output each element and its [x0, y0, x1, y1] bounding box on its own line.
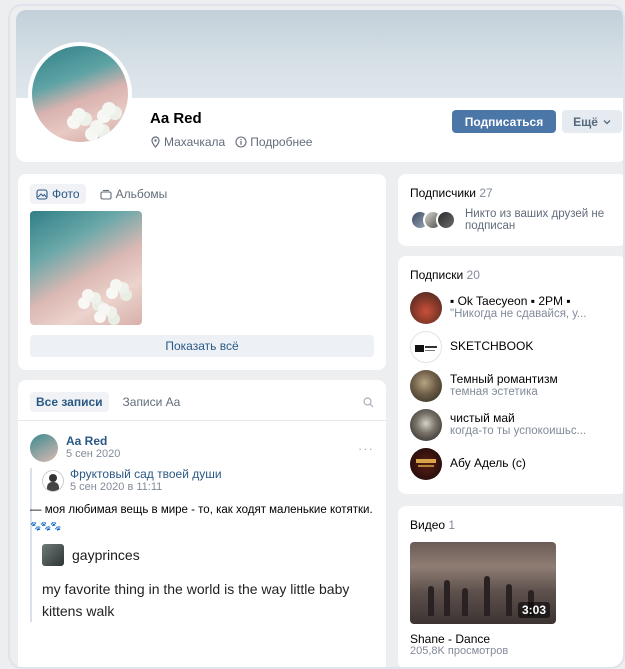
avatar[interactable] [28, 42, 132, 146]
subscribers-count: 27 [479, 186, 493, 200]
wall-post: Aa Red 5 сен 2020 ··· Фруктовый сад твое… [30, 434, 374, 622]
subscription-avatar [410, 291, 442, 324]
video-title[interactable]: Shane - Dance [410, 632, 490, 646]
tab-own-posts[interactable]: Записи Aa [117, 392, 187, 412]
quoted-post: gayprinces my favorite thing in the worl… [42, 544, 374, 622]
video-count: 1 [448, 518, 456, 532]
subscription-avatar [410, 330, 442, 363]
video-duration: 3:03 [517, 602, 550, 618]
photos-block: Фото Альбомы Показать всё [18, 174, 386, 370]
details-link[interactable]: Подробнее [235, 135, 312, 149]
subscribers-block[interactable]: Подписчики 27 Никто из ваших друзей не п… [398, 174, 623, 246]
post-author[interactable]: Aa Red [66, 435, 120, 448]
repost-author[interactable]: Фруктовый сад твоей души [70, 468, 222, 481]
page-frame: Aa Red Махачкала Подробнее Подписаться Е… [8, 4, 625, 669]
subscription-item[interactable]: Абу Адель (с) [410, 444, 615, 483]
post-menu-icon[interactable]: ··· [358, 441, 374, 456]
subscription-item[interactable]: ▪ Ok Taecyeon ▪ 2PM ▪ "Никогда не сдавай… [410, 288, 615, 327]
video-thumbnail[interactable]: 3:03 [410, 542, 556, 624]
subscription-desc: "Никогда не сдавайся, у... [450, 307, 587, 320]
profile-header: Aa Red Махачкала Подробнее Подписаться Е… [16, 10, 623, 162]
repost-date[interactable]: 5 сен 2020 в 11:11 [70, 481, 222, 494]
video-views: 205,8K просмотров [410, 645, 509, 657]
subscription-avatar [410, 408, 442, 441]
wall-search-button[interactable] [363, 396, 374, 408]
post-text: — моя любимая вещь в мире - то, как ходя… [30, 504, 373, 516]
subscription-item[interactable]: SKETCHBOOK [410, 327, 615, 366]
photo-icon [36, 188, 48, 200]
subscriptions-title[interactable]: Подписки [410, 268, 463, 282]
post-author-avatar[interactable] [30, 434, 58, 462]
subscription-item[interactable]: чистый май когда-то ты успокоишьс... [410, 405, 615, 444]
tab-all-posts[interactable]: Все записи [30, 392, 109, 412]
details-label: Подробнее [250, 135, 313, 149]
subscription-name: Абу Адель (с) [450, 457, 526, 470]
subscription-desc: темная эстетика [450, 385, 538, 398]
subscriptions-count: 20 [466, 268, 480, 282]
subscription-desc: когда-то ты успокоишьс... [450, 424, 587, 437]
subscription-name: Темный романтизм [450, 372, 558, 386]
quote-text: my favorite thing in the world is the wa… [42, 581, 350, 619]
tab-albums[interactable]: Альбомы [94, 184, 174, 204]
subscriber-avatars [410, 210, 456, 230]
subscription-name: чистый май [450, 411, 515, 425]
search-icon [363, 396, 374, 407]
profile-name: Aa Red [150, 110, 202, 127]
tab-albums-label: Альбомы [115, 187, 168, 201]
photo-thumbnail[interactable] [30, 211, 142, 325]
subscription-name: ▪ Ok Taecyeon ▪ 2PM ▪ [450, 294, 571, 308]
more-label: Ещё [573, 114, 598, 129]
subscribers-note: Никто из ваших друзей не подписан [465, 208, 605, 232]
tab-photos-label: Фото [52, 187, 80, 201]
post-date[interactable]: 5 сен 2020 [66, 448, 120, 461]
profile-meta: Махачкала Подробнее [150, 135, 312, 149]
repost-avatar[interactable] [42, 470, 64, 492]
profile-city: Махачкала [164, 135, 226, 149]
tab-photos[interactable]: Фото [30, 184, 86, 204]
quote-name: gayprinces [72, 547, 140, 563]
video-block-title[interactable]: Видео [410, 518, 445, 532]
more-button[interactable]: Ещё [562, 110, 622, 133]
repost: Фруктовый сад твоей души 5 сен 2020 в 11… [30, 468, 374, 622]
album-icon [100, 189, 112, 200]
location[interactable]: Махачкала [150, 135, 225, 149]
video-block: Видео 1 3:03 Shane - Dance 205,8K просмо… [398, 506, 623, 667]
info-icon [235, 136, 247, 148]
wall-block: Все записи Записи Aa Aa Red 5 сен 2020 ·… [18, 380, 386, 667]
subscription-item[interactable]: Темный романтизм темная эстетика [410, 366, 615, 405]
subscribers-title: Подписчики [410, 186, 477, 200]
location-pin-icon [151, 136, 160, 148]
subscription-name: SKETCHBOOK [450, 340, 534, 353]
quote-avatar [42, 544, 64, 566]
subscriptions-block: Подписки 20 ▪ Ok Taecyeon ▪ 2PM ▪ "Никог… [398, 256, 623, 494]
subscription-avatar [410, 369, 442, 402]
subscribe-button[interactable]: Подписаться [452, 110, 556, 133]
paws-emoji: 🐾🐾🐾 [30, 521, 62, 531]
chevron-down-icon [603, 119, 611, 124]
subscription-avatar [410, 447, 442, 480]
show-all-button[interactable]: Показать всё [30, 335, 374, 357]
